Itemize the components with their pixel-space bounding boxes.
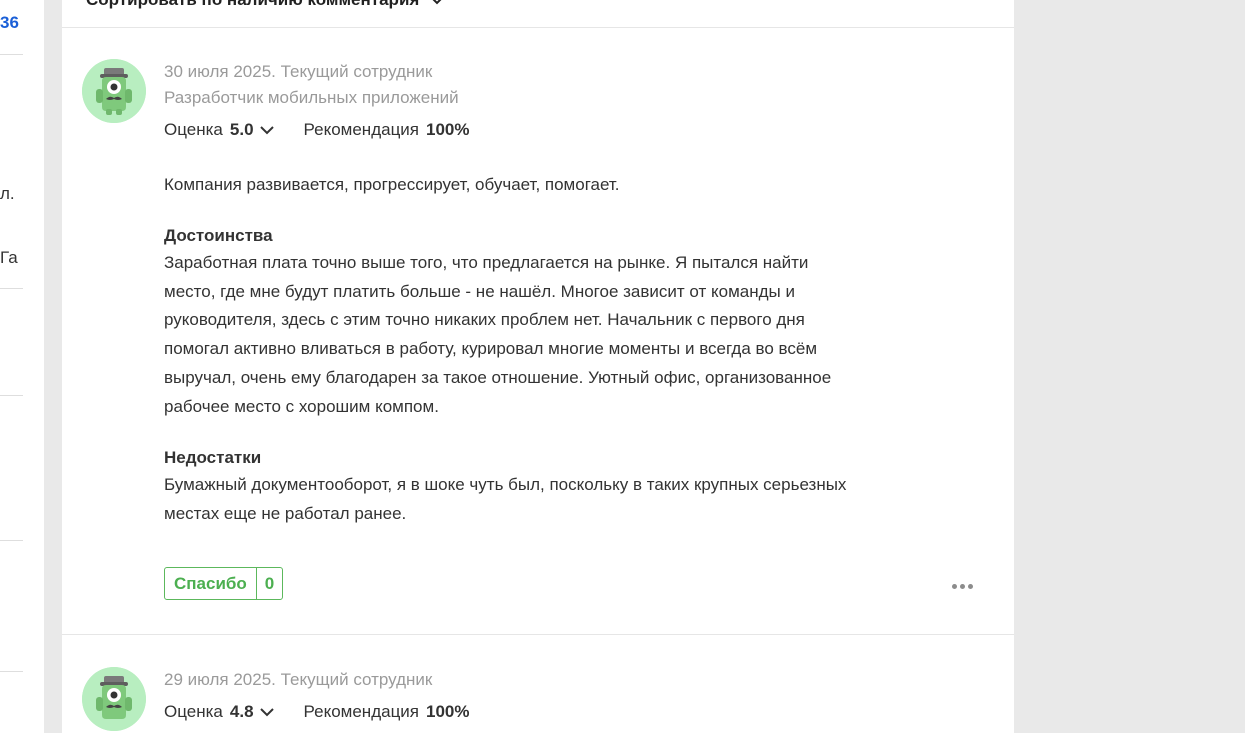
divider <box>0 671 23 672</box>
chevron-down-icon[interactable] <box>259 707 274 717</box>
score-label: Оценка <box>164 120 223 139</box>
review-score-row: Оценка 4.8 Рекомендация 100% <box>164 697 864 727</box>
score-value[interactable]: 5.0 <box>230 120 254 140</box>
more-dots-icon <box>960 584 965 589</box>
thanks-count: 0 <box>264 573 275 593</box>
monster-avatar-icon <box>82 667 146 731</box>
divider <box>0 54 23 55</box>
left-column-text-fragment: л. <box>0 184 15 203</box>
recommend-label: Рекомендация <box>303 702 420 721</box>
recommend-label: Рекомендация <box>303 120 420 139</box>
recommend-value: 100% <box>426 702 470 721</box>
review-position: Разработчик мобильных приложений <box>164 88 459 107</box>
left-column-link-fragment[interactable]: 36 <box>0 13 19 33</box>
divider <box>0 288 23 289</box>
left-column-text-fragment: Га <box>0 248 18 267</box>
review-summary: Компания развивается, прогрессирует, обу… <box>164 175 620 194</box>
chevron-down-icon[interactable] <box>259 125 274 135</box>
review-date-status: 30 июля 2025. Текущий сотрудник <box>164 62 433 81</box>
cons-text: Бумажный документооборот, я в шоке чуть … <box>164 475 847 523</box>
pros-text: Заработная плата точно выше того, что пр… <box>164 253 832 416</box>
cons-title: Недостатки <box>164 448 262 468</box>
sort-dropdown[interactable]: Сортировать по наличию комментария <box>86 0 445 13</box>
score-value[interactable]: 4.8 <box>230 702 254 722</box>
more-options-button[interactable] <box>950 580 975 593</box>
left-column: 36 л. Га <box>0 0 44 733</box>
review-score-row: Оценка 5.0 Рекомендация 100% <box>164 115 864 145</box>
monster-avatar-icon <box>82 59 146 123</box>
divider <box>62 634 1014 635</box>
thanks-button[interactable]: Спасибо 0 <box>164 567 284 600</box>
divider <box>0 540 23 541</box>
thanks-label: Спасибо <box>165 568 257 599</box>
more-dots-icon <box>952 584 957 589</box>
score-label: Оценка <box>164 702 223 721</box>
reviews-panel: Сортировать по наличию комментария <box>62 0 1014 733</box>
pros-title: Достоинства <box>164 226 273 245</box>
divider <box>0 395 23 396</box>
review-date-status: 29 июля 2025. Текущий сотрудник <box>164 670 433 689</box>
sort-label: Сортировать по наличию комментария <box>86 0 419 10</box>
recommend-value: 100% <box>426 120 470 139</box>
chevron-down-icon <box>432 0 442 5</box>
more-dots-icon <box>968 584 973 589</box>
divider <box>62 27 1014 28</box>
